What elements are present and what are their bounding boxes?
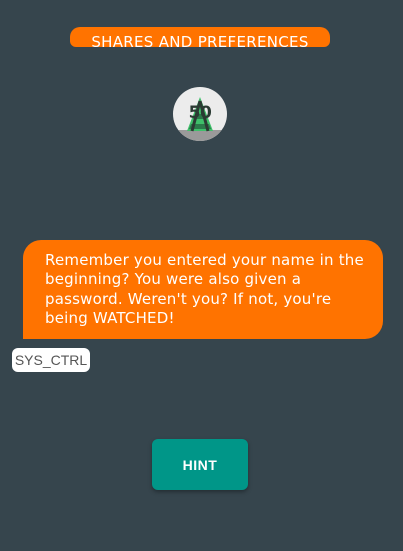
score-badge: 50 bbox=[173, 87, 227, 141]
chat-message-bubble: Remember you entered your name in the be… bbox=[23, 240, 383, 339]
page-title: SHARES AND PREFERENCES bbox=[91, 33, 309, 47]
score-value: 50 bbox=[188, 103, 212, 123]
chat-message-text: Remember you entered your name in the be… bbox=[45, 251, 364, 327]
sender-label: SYS_CTRL bbox=[12, 348, 90, 372]
hint-button[interactable]: HINT bbox=[152, 439, 248, 490]
page-title-banner: SHARES AND PREFERENCES bbox=[70, 27, 330, 47]
